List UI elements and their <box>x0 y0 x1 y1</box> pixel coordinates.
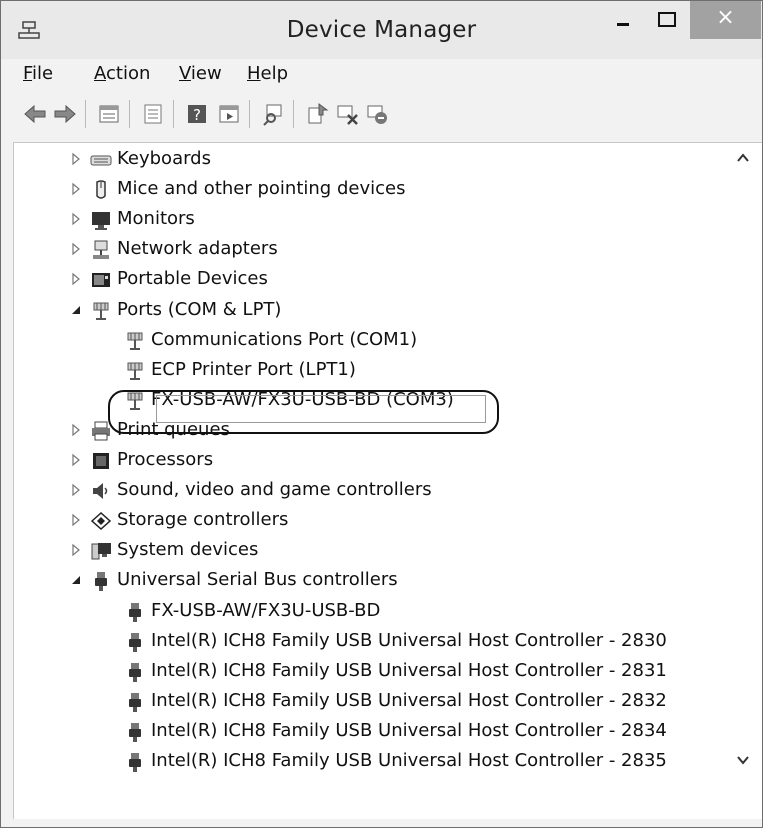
speaker-icon <box>93 483 108 500</box>
svg-text:?: ? <box>193 106 201 124</box>
menu-file[interactable]: File <box>23 63 53 84</box>
collapsed-arrow-icon[interactable] <box>70 152 82 166</box>
tree-item-label: Communications Port (COM1) <box>151 328 418 350</box>
usb-plug-icon <box>129 602 141 622</box>
network-icon <box>93 240 109 260</box>
usb-plug-icon <box>129 753 141 772</box>
run-icon[interactable] <box>217 102 241 126</box>
tree-item-label: Universal Serial Bus controllers <box>117 569 398 591</box>
port-icon <box>127 362 143 380</box>
collapsed-arrow-icon[interactable] <box>70 212 82 226</box>
scroll-down-icon[interactable] <box>736 753 750 767</box>
properties-icon[interactable] <box>97 102 121 126</box>
tree-item-label: FX-USB-AW/FX3U-USB-BD <box>151 599 381 621</box>
collapsed-arrow-icon[interactable] <box>70 513 82 527</box>
toolbar-separator <box>293 100 294 128</box>
menu-view[interactable]: View <box>179 63 222 84</box>
menu-help[interactable]: Help <box>247 63 288 84</box>
view-list-icon[interactable] <box>141 102 165 126</box>
collapsed-arrow-icon[interactable] <box>70 272 82 286</box>
processor-icon <box>93 453 109 469</box>
forward-arrow-icon[interactable] <box>53 102 77 126</box>
usb-plug-icon <box>129 722 141 742</box>
collapsed-arrow-icon[interactable] <box>70 423 82 437</box>
monitor-icon <box>92 212 110 231</box>
close-icon: × <box>716 5 735 30</box>
keyboard-icon <box>90 155 112 166</box>
back-arrow-icon[interactable] <box>23 102 47 126</box>
usb-plug-icon <box>129 632 141 652</box>
scroll-up-icon[interactable] <box>736 151 750 165</box>
tree-item-label: Sound, video and game controllers <box>117 479 432 501</box>
tree-item-label: Intel(R) ICH8 Family USB Universal Host … <box>151 689 667 711</box>
expanded-arrow-icon[interactable] <box>70 573 82 587</box>
uninstall-device-icon[interactable] <box>365 102 389 126</box>
collapsed-arrow-icon[interactable] <box>70 242 82 256</box>
maximize-button[interactable] <box>646 1 686 39</box>
disable-device-icon[interactable] <box>335 102 359 126</box>
help-icon[interactable]: ? <box>185 102 209 126</box>
device-manager-window: Device Manager × File Action View Help ?… <box>0 0 763 828</box>
highlight-oval <box>108 390 499 434</box>
toolbar-separator <box>249 100 250 128</box>
tree-item-label: Monitors <box>117 208 195 230</box>
tree-item-label: Storage controllers <box>117 509 289 531</box>
tree-item-label: Portable Devices <box>117 268 268 290</box>
port-icon <box>127 332 143 350</box>
title-bar[interactable]: Device Manager × <box>1 1 762 59</box>
tree-item-label: System devices <box>117 539 259 561</box>
tree-item-label: Ports (COM & LPT) <box>117 298 282 320</box>
tree-item-label: Network adapters <box>117 238 278 260</box>
toolbar-separator <box>173 100 174 128</box>
usb-plug-icon <box>129 662 141 682</box>
device-tree[interactable]: Keyboards Mice and other pointing devices… <box>13 142 762 819</box>
toolbar-separator <box>85 100 86 128</box>
expanded-arrow-icon[interactable] <box>70 303 82 317</box>
portable-device-icon <box>92 273 110 288</box>
tree-item-label: Intel(R) ICH8 Family USB Universal Host … <box>151 750 667 771</box>
collapsed-arrow-icon[interactable] <box>70 453 82 467</box>
collapsed-arrow-icon[interactable] <box>70 543 82 557</box>
collapsed-arrow-icon[interactable] <box>70 182 82 196</box>
system-device-icon <box>91 543 111 560</box>
collapsed-arrow-icon[interactable] <box>70 483 82 497</box>
tree-item-label: Intel(R) ICH8 Family USB Universal Host … <box>151 719 667 741</box>
mouse-icon <box>96 180 106 199</box>
menu-action[interactable]: Action <box>94 63 150 84</box>
tree-item-label: ECP Printer Port (LPT1) <box>151 358 356 380</box>
tree-item-label: Mice and other pointing devices <box>117 178 406 200</box>
tree-item-label: Intel(R) ICH8 Family USB Universal Host … <box>151 659 667 681</box>
tree-item-label: Keyboards <box>117 148 211 169</box>
scan-hardware-icon[interactable] <box>261 102 285 126</box>
port-icon <box>93 302 109 320</box>
storage-icon <box>90 512 112 531</box>
update-driver-icon[interactable] <box>305 102 329 126</box>
toolbar-separator <box>129 100 130 128</box>
usb-plug-icon <box>95 572 107 592</box>
tree-item-label: Intel(R) ICH8 Family USB Universal Host … <box>151 629 667 651</box>
close-button[interactable]: × <box>690 1 761 39</box>
minimize-button[interactable] <box>603 1 643 39</box>
usb-plug-icon <box>129 692 141 712</box>
tree-item-label: Processors <box>117 449 214 470</box>
